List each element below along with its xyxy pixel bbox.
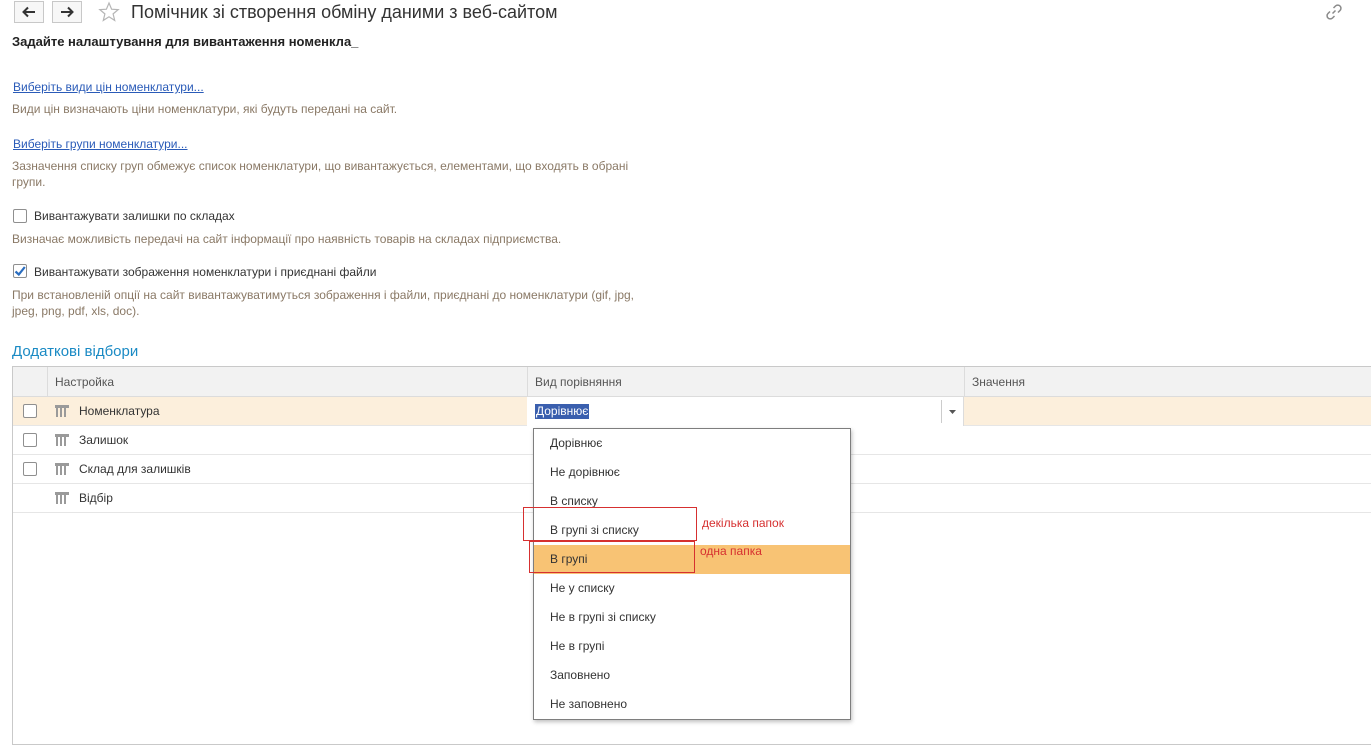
filter-field-icon bbox=[55, 463, 69, 475]
table-header: Настройка Вид порівняння Значення bbox=[13, 367, 1371, 397]
dropdown-button[interactable] bbox=[941, 400, 963, 423]
column-setting[interactable]: Настройка bbox=[47, 367, 114, 397]
filter-field-icon bbox=[55, 405, 69, 417]
window-title: Помічник зі створення обміну даними з ве… bbox=[131, 2, 558, 22]
export-stock-label: Вивантажувати залишки по складах bbox=[34, 209, 235, 223]
row-checkbox[interactable] bbox=[23, 404, 37, 418]
select-price-types-link[interactable]: Виберіть види цін номенклатури... bbox=[13, 80, 204, 94]
export-images-hint: При встановленій опції на сайт вивантажу… bbox=[12, 288, 635, 318]
export-stock-checkbox[interactable] bbox=[13, 209, 27, 223]
chevron-down-icon bbox=[949, 409, 956, 414]
row-checkbox[interactable] bbox=[23, 433, 37, 447]
row-label: Залишок bbox=[79, 433, 129, 447]
column-value[interactable]: Значення bbox=[964, 367, 1025, 397]
dropdown-option[interactable]: Не в групі bbox=[534, 632, 850, 661]
row-checkbox[interactable] bbox=[23, 462, 37, 476]
annotation-note-single: одна папка bbox=[700, 544, 762, 558]
checkmark-icon bbox=[14, 266, 26, 277]
forward-button[interactable] bbox=[52, 1, 82, 23]
dropdown-option[interactable]: Дорівнює bbox=[534, 429, 850, 458]
column-comparison[interactable]: Вид порівняння bbox=[527, 367, 622, 397]
groups-hint: Зазначення списку груп обмежує список но… bbox=[12, 159, 629, 189]
row-label: Номенклатура bbox=[79, 404, 160, 418]
dropdown-option[interactable]: Не заповнено bbox=[534, 690, 850, 719]
table-row[interactable]: Номенклатура Дорівнює bbox=[13, 397, 1371, 426]
comparison-value[interactable]: Дорівнює bbox=[535, 404, 590, 419]
dropdown-option[interactable]: Не у списку bbox=[534, 574, 850, 603]
filter-field-icon bbox=[55, 434, 69, 446]
star-icon[interactable] bbox=[98, 1, 120, 23]
select-groups-link[interactable]: Виберіть групи номенклатури... bbox=[13, 137, 188, 151]
arrow-left-icon bbox=[22, 6, 35, 18]
export-images-checkbox[interactable] bbox=[13, 264, 27, 278]
row-label: Відбір bbox=[79, 491, 113, 505]
export-stock-hint: Визначає можливість передачі на сайт інф… bbox=[12, 232, 562, 246]
filter-field-icon bbox=[55, 492, 69, 504]
annotation-note-multi: декілька папок bbox=[702, 516, 784, 530]
comparison-select[interactable]: Дорівнює bbox=[527, 397, 964, 426]
link-icon[interactable] bbox=[1325, 3, 1343, 21]
additional-filters-title: Додаткові відбори bbox=[12, 343, 139, 360]
annotation-box-multi bbox=[523, 507, 697, 541]
page-subtitle: Задайте налаштування для вивантаження но… bbox=[12, 34, 359, 49]
price-types-hint: Види цін визначають ціни номенклатури, я… bbox=[12, 102, 398, 116]
dropdown-option[interactable]: Заповнено bbox=[534, 661, 850, 690]
back-button[interactable] bbox=[14, 1, 44, 23]
annotation-box-single bbox=[529, 541, 695, 573]
dropdown-option[interactable]: Не в групі зі списку bbox=[534, 603, 850, 632]
export-images-label: Вивантажувати зображення номенклатури і … bbox=[34, 265, 377, 279]
row-label: Склад для залишків bbox=[79, 462, 191, 476]
comparison-dropdown-list: Дорівнює Не дорівнює В списку В групі зі… bbox=[533, 428, 851, 720]
dropdown-option[interactable]: Не дорівнює bbox=[534, 458, 850, 487]
arrow-right-icon bbox=[61, 6, 74, 18]
